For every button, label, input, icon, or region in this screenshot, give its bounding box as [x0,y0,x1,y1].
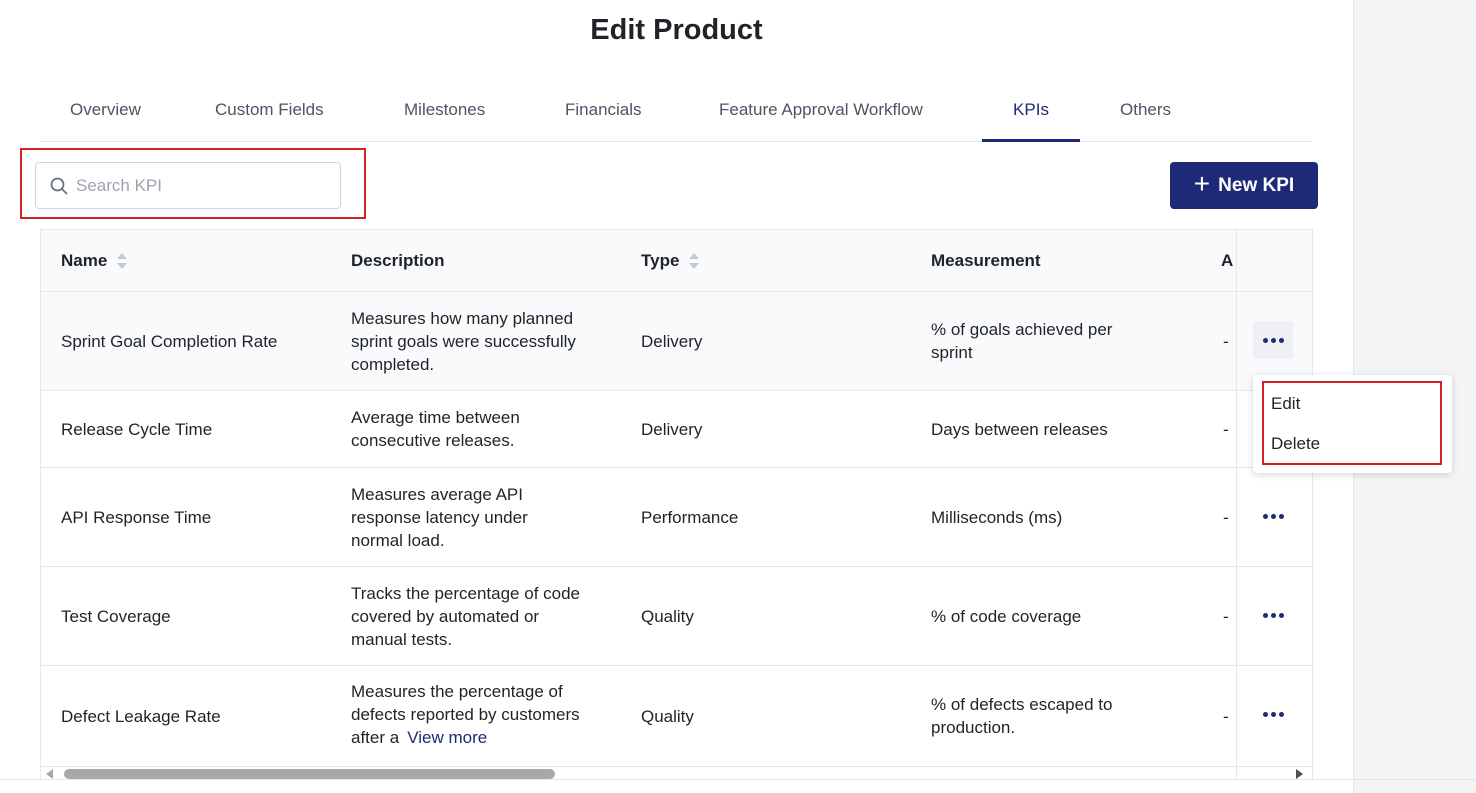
table-header: Name Description Type Measurement A [41,230,1312,292]
new-kpi-button[interactable]: + New KPI [1170,162,1318,209]
tab-milestones[interactable]: Milestones [404,88,485,141]
column-header-truncated-label: A [1221,250,1234,270]
page-title: Edit Product [590,14,763,46]
more-icon-dot [1278,337,1284,343]
more-icon [1262,513,1268,519]
tab-kpis[interactable]: KPIs [982,88,1080,142]
table-row[interactable]: Release Cycle Time Average time between … [41,391,1312,468]
column-header-description: Description [351,230,445,291]
more-icon-dot [1278,711,1284,717]
row-name: Defect Leakage Rate [61,706,221,726]
row-measurement: Milliseconds (ms) [931,507,1063,527]
table-row[interactable]: Defect Leakage Rate Measures the percent… [41,666,1312,767]
row-truncated-value: - [1223,419,1229,439]
column-header-name-label: Name [61,250,108,270]
row-type: Quality [641,606,694,626]
more-icon [1262,612,1268,618]
row-actions-button[interactable] [1253,321,1293,359]
row-actions-menu: Edit Delete [1253,375,1452,473]
search-field[interactable] [35,162,341,209]
row-truncated-value: - [1223,706,1229,726]
row-type: Performance [641,507,739,527]
row-measurement: Days between releases [931,419,1108,439]
sort-icon[interactable] [117,252,128,269]
more-icon-dot [1278,612,1284,618]
row-name: API Response Time [61,507,212,527]
horizontal-scrollbar[interactable] [40,766,1313,780]
more-icon [1262,337,1268,343]
new-kpi-label: New KPI [1218,174,1295,196]
more-icon [1262,711,1268,717]
plus-icon: + [1193,168,1211,199]
search-icon [50,177,68,195]
scroll-right-icon[interactable] [1296,769,1303,779]
row-name: Sprint Goal Completion Rate [61,331,278,351]
row-actions-button[interactable] [1253,497,1293,535]
row-description: Average time between consecutive release… [351,408,520,450]
row-actions-button[interactable] [1253,596,1293,634]
row-measurement: % of goals achieved per sprint [931,320,1113,362]
row-truncated-value: - [1223,606,1229,626]
tab-bar: Overview Custom Fields Milestones Financ… [40,88,1312,142]
column-header-type[interactable]: Type [641,230,700,291]
row-description: Measures average API response latency un… [351,484,528,550]
menu-item-delete[interactable]: Delete [1271,434,1320,454]
table-row[interactable]: Sprint Goal Completion Rate Measures how… [41,292,1312,391]
search-input[interactable] [76,163,336,208]
column-header-description-label: Description [351,250,445,270]
sort-icon[interactable] [689,252,700,269]
column-header-measurement: Measurement [931,230,1041,291]
row-name: Test Coverage [61,606,171,626]
table-row[interactable]: Test Coverage Tracks the percentage of c… [41,567,1312,666]
scroll-thumb[interactable] [64,769,555,779]
column-header-truncated: A [1221,230,1233,291]
tab-overview[interactable]: Overview [70,88,141,141]
row-truncated-value: - [1223,331,1229,351]
row-type: Quality [641,706,694,726]
column-header-measurement-label: Measurement [931,250,1041,270]
table-row[interactable]: API Response Time Measures average API r… [41,468,1312,567]
kpi-table: Name Description Type Measurement A Spri… [40,229,1313,780]
row-type: Delivery [641,331,703,351]
row-description-wrap: Measures the percentage of defects repor… [351,666,601,766]
tab-custom-fields[interactable]: Custom Fields [215,88,324,141]
row-name: Release Cycle Time [61,419,213,439]
row-type: Delivery [641,419,703,439]
row-actions-button[interactable] [1253,695,1293,733]
column-header-type-label: Type [641,250,680,270]
more-icon-dot [1278,513,1284,519]
tab-feature-approval-workflow[interactable]: Feature Approval Workflow [719,88,923,141]
more-icon-dot [1270,711,1276,717]
row-description: Tracks the percentage of code covered by… [351,583,581,649]
row-truncated-value: - [1223,507,1229,527]
tab-financials[interactable]: Financials [565,88,642,141]
row-measurement: % of code coverage [931,606,1082,626]
more-icon-dot [1270,612,1276,618]
row-measurement: % of defects escaped to production. [931,695,1113,737]
tab-others[interactable]: Others [1120,88,1171,141]
row-description: Measures how many planned sprint goals w… [351,308,576,374]
more-icon-dot [1270,337,1276,343]
view-more-link[interactable]: View more [407,728,487,747]
menu-item-edit[interactable]: Edit [1271,394,1300,414]
scroll-left-icon[interactable] [46,769,53,779]
column-header-name[interactable]: Name [61,230,128,291]
more-icon-dot [1270,513,1276,519]
